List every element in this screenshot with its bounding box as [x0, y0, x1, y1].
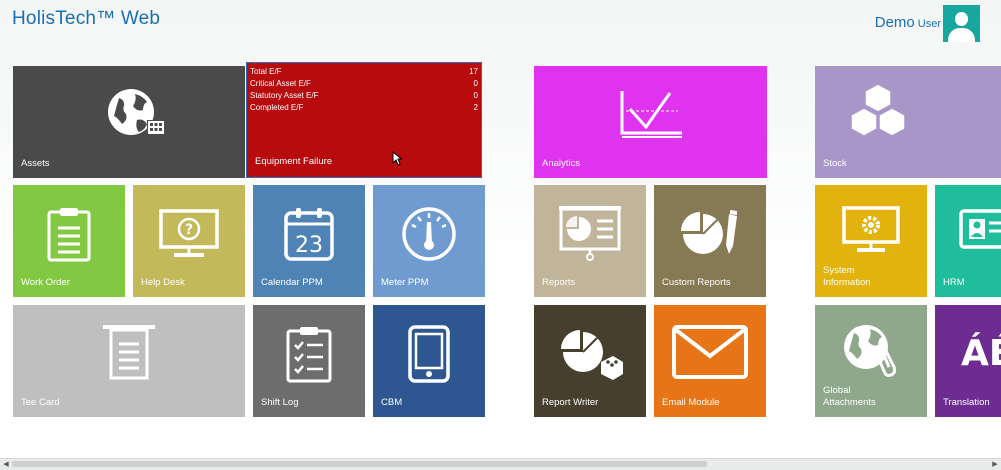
- stat-label: Total E/F: [250, 67, 282, 76]
- tile-global-attachments[interactable]: Global Attachments: [815, 305, 927, 417]
- tile-label: Stock: [823, 158, 847, 169]
- monitor-gear-icon: [841, 205, 901, 255]
- tile-label: System Information: [823, 265, 871, 289]
- tile-label-line-1: Global: [823, 385, 851, 396]
- mouse-cursor-icon: [392, 151, 402, 166]
- tile-label: Reports: [542, 277, 576, 288]
- globe-grid-icon: [101, 86, 171, 146]
- tile-label: Tee Card: [21, 397, 60, 408]
- stat-value: 2: [473, 103, 478, 112]
- id-card-icon: [957, 205, 1001, 253]
- gauge-icon: [400, 205, 458, 263]
- tile-label: Assets: [21, 158, 50, 169]
- stat-value: 17: [469, 67, 478, 76]
- monitor-question-icon: ?: [158, 208, 220, 260]
- tile-equipment-failure[interactable]: Total E/F 17 Critical Asset E/F 0 Statutor…: [246, 62, 482, 178]
- scroll-left-icon[interactable]: ◀: [1, 460, 11, 469]
- tile-label: HRM: [943, 277, 965, 288]
- tile-label: Report Writer: [542, 397, 599, 408]
- tile-custom-reports[interactable]: Custom Reports: [654, 185, 766, 297]
- tile-label: Shift Log: [261, 397, 299, 408]
- stat-value: 0: [473, 91, 478, 100]
- pie-pen-icon: [677, 206, 743, 262]
- avatar[interactable]: [943, 5, 980, 42]
- header: HolisTech™ Web Demo User: [0, 0, 1001, 50]
- tile-calendar-ppm[interactable]: 23 Calendar PPM: [253, 185, 365, 297]
- user-name[interactable]: Demo User: [875, 14, 941, 31]
- horizontal-scrollbar[interactable]: ◀ ▶: [0, 458, 1001, 470]
- globe-paperclip-icon: [840, 321, 902, 379]
- tile-meter-ppm[interactable]: Meter PPM: [373, 185, 485, 297]
- tile-label-line-1: System: [823, 265, 855, 276]
- scroll-right-icon[interactable]: ▶: [990, 460, 1000, 469]
- tile-label: Translation: [943, 397, 990, 408]
- tile-label: Help Desk: [141, 277, 185, 288]
- tile-stock[interactable]: Stock: [815, 66, 1001, 178]
- tile-label: CBM: [381, 397, 403, 408]
- calendar-icon: 23: [283, 206, 335, 262]
- stat-value: 0: [473, 79, 478, 88]
- stat-label: Statutory Asset E/F: [250, 91, 319, 100]
- tile-help-desk[interactable]: ? Help Desk: [133, 185, 245, 297]
- tile-report-writer[interactable]: Report Writer: [534, 305, 646, 417]
- tile-assets[interactable]: Assets: [13, 66, 245, 178]
- tile-label: Email Module: [662, 397, 720, 408]
- clipboard-icon: [46, 206, 92, 262]
- user-role: User: [917, 18, 941, 30]
- tile-work-order[interactable]: Work Order: [13, 185, 125, 297]
- tile-analytics[interactable]: Analytics: [534, 66, 767, 178]
- tile-label: Equipment Failure: [255, 156, 333, 167]
- tile-label: Custom Reports: [662, 277, 731, 288]
- tile-system-information[interactable]: System Information: [815, 185, 927, 297]
- tablet-icon: [407, 324, 451, 384]
- document-icon: [101, 324, 157, 384]
- translation-icon: ÁÉ: [961, 333, 1001, 374]
- tile-label: Global Attachments: [823, 385, 876, 409]
- line-chart-icon: [616, 89, 686, 141]
- presentation-pie-icon: [557, 205, 623, 263]
- tile-hrm[interactable]: HRM: [935, 185, 1001, 297]
- tile-reports[interactable]: Reports: [534, 185, 646, 297]
- app-title: HolisTech™ Web: [12, 8, 161, 29]
- scroll-thumb[interactable]: [12, 461, 707, 467]
- stat-label: Critical Asset E/F: [250, 79, 311, 88]
- tile-cbm[interactable]: CBM: [373, 305, 485, 417]
- user-first-name: Demo: [874, 14, 915, 31]
- checklist-icon: [285, 325, 333, 383]
- tile-label: Meter PPM: [381, 277, 429, 288]
- svg-text:?: ?: [185, 222, 193, 238]
- svg-text:23: 23: [295, 233, 323, 258]
- equipment-failure-stats: Total E/F 17 Critical Asset E/F 0 Statutor…: [250, 66, 478, 114]
- cubes-icon: [847, 82, 909, 142]
- tile-translation[interactable]: ÁÉ Translation: [935, 305, 1001, 417]
- tile-label: Calendar PPM: [261, 277, 323, 288]
- tile-label-line-2: Information: [823, 277, 871, 288]
- tile-label-line-2: Attachments: [823, 397, 876, 408]
- tile-label: Analytics: [542, 158, 581, 169]
- pie-lego-icon: [557, 324, 623, 384]
- tile-label: Work Order: [21, 277, 70, 288]
- tile-shift-log[interactable]: Shift Log: [253, 305, 365, 417]
- envelope-icon: [671, 324, 749, 380]
- stat-label: Completed E/F: [250, 103, 304, 112]
- tile-email-module[interactable]: Email Module: [654, 305, 766, 417]
- tile-tee-card[interactable]: Tee Card: [13, 305, 245, 417]
